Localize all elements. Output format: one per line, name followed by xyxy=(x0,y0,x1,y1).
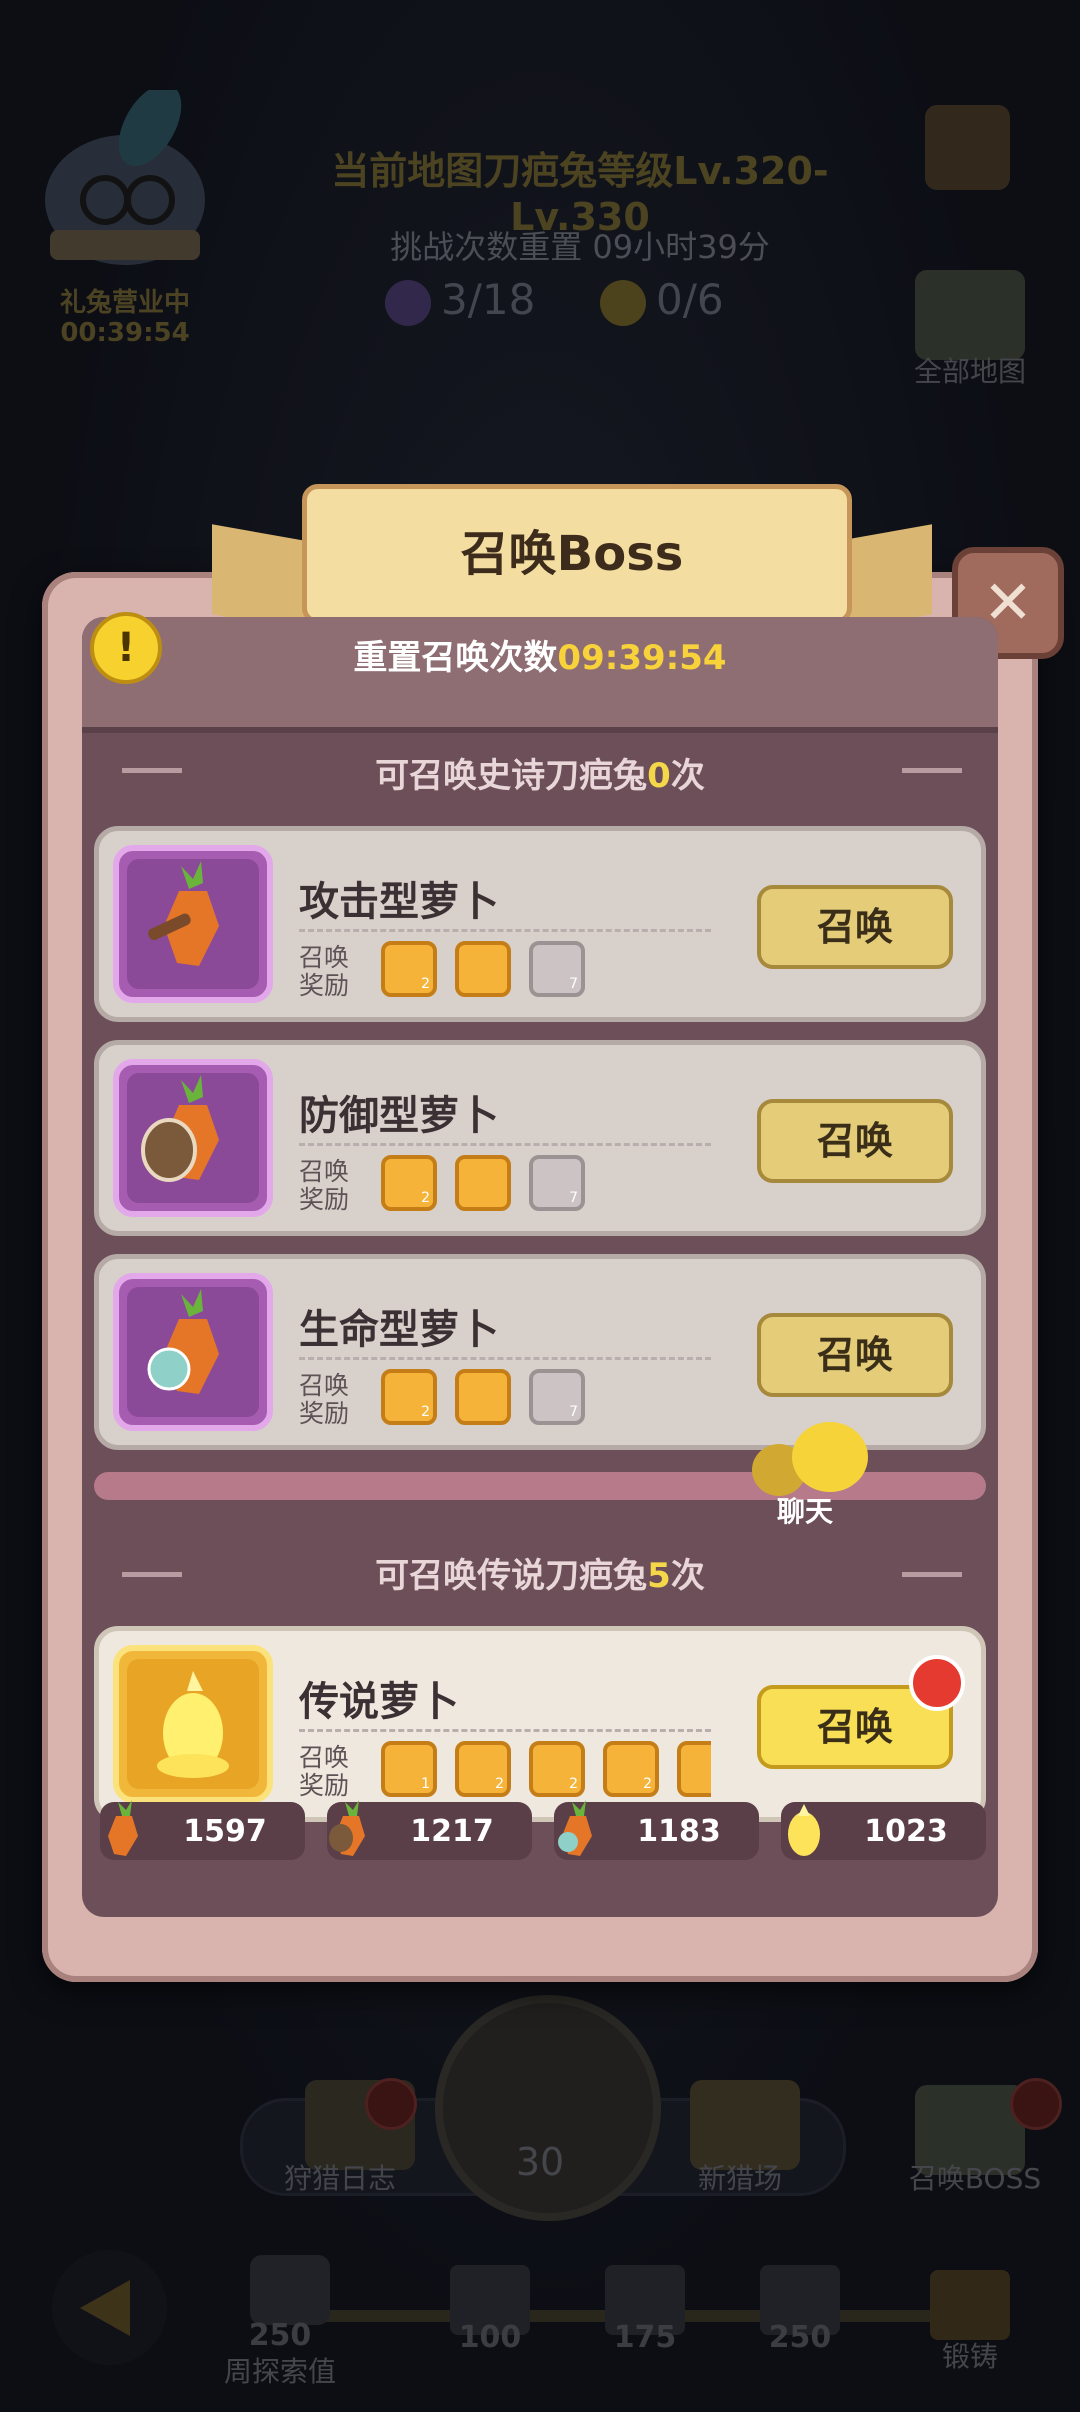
card-name: 传说萝卜 xyxy=(299,1679,459,1725)
boss-card-attack: 攻击型萝卜 召唤 奖励 2 7 召唤 xyxy=(94,826,986,1022)
reward-shell-icon[interactable]: 2 xyxy=(603,1741,659,1797)
summon-button[interactable]: 召唤 xyxy=(757,1313,953,1397)
chat-button[interactable]: 聊天 xyxy=(752,1422,892,1532)
reward-garlic-icon[interactable]: 2 xyxy=(381,1369,437,1425)
attack-carrot-portrait xyxy=(113,845,273,1003)
reward-shell-icon[interactable]: 2 xyxy=(381,941,437,997)
summon-boss-dialog: 召唤Boss ✕ ! 重置召唤次数09:39:54 可召唤史诗刀疤兔0次 攻击型… xyxy=(42,484,1064,1982)
defense-carrot-portrait xyxy=(113,1059,273,1217)
dialog-title: 召唤Boss xyxy=(460,526,684,582)
card-name: 攻击型萝卜 xyxy=(299,879,499,925)
title-ribbon: 召唤Boss xyxy=(212,474,932,634)
legend-carrot-icon xyxy=(788,1804,820,1856)
boss-card-life: 生命型萝卜 召唤 奖励 2 7 召唤 xyxy=(94,1254,986,1450)
reward-tooth-icon[interactable]: 2 xyxy=(381,1155,437,1211)
resource-value: 1217 xyxy=(410,1814,494,1849)
chat-face-icon xyxy=(792,1422,868,1492)
epic-section-header: 可召唤史诗刀疤兔0次 xyxy=(375,756,705,796)
summon-button[interactable]: 召唤 xyxy=(757,885,953,969)
life-carrot-portrait xyxy=(113,1273,273,1431)
reward-feather-icon[interactable]: 7 xyxy=(529,1369,585,1425)
reward-feather-icon[interactable]: 7 xyxy=(529,1155,585,1211)
resource-defense-carrot: 1217 xyxy=(327,1800,532,1860)
resource-value: 1183 xyxy=(637,1814,721,1849)
card-name: 防御型萝卜 xyxy=(299,1093,499,1139)
life-carrot-icon xyxy=(558,1800,592,1856)
defense-carrot-icon xyxy=(329,1800,365,1856)
resource-value: 1597 xyxy=(183,1814,267,1849)
reward-label: 召唤 奖励 xyxy=(299,943,350,1000)
reward-list: 2 7 xyxy=(381,1155,711,1217)
resource-life-carrot: 1183 xyxy=(554,1800,759,1860)
reward-list: 1 2 2 2 xyxy=(381,1741,711,1803)
reward-tooth-icon[interactable]: 2 xyxy=(529,1741,585,1797)
card-name: 生命型萝卜 xyxy=(299,1307,499,1353)
reward-rabbit-icon[interactable] xyxy=(455,941,511,997)
reward-label: 召唤 奖励 xyxy=(299,1743,350,1800)
reward-rabbit-icon[interactable] xyxy=(455,1155,511,1211)
legend-carrot-portrait xyxy=(113,1645,273,1803)
reward-label: 召唤 奖励 xyxy=(299,1371,350,1428)
reward-feather-icon[interactable]: 7 xyxy=(529,941,585,997)
attack-carrot-icon xyxy=(108,1800,138,1856)
reward-list: 2 7 xyxy=(381,1369,711,1431)
chat-label: 聊天 xyxy=(777,1495,834,1528)
resource-attack-carrot: 1597 xyxy=(100,1800,305,1860)
summon-reset-timer: 重置召唤次数09:39:54 xyxy=(353,638,727,678)
reward-list: 2 7 xyxy=(381,941,711,1003)
reward-heart-icon[interactable]: 1 xyxy=(381,1741,437,1797)
summon-button[interactable]: 召唤 xyxy=(757,1099,953,1183)
bell-alert-icon xyxy=(909,1655,965,1711)
legend-section-header: 可召唤传说刀疤兔5次 xyxy=(375,1556,705,1596)
reward-rabbit-icon[interactable] xyxy=(455,1369,511,1425)
reward-label: 召唤 奖励 xyxy=(299,1157,350,1214)
reward-rabbit-icon[interactable] xyxy=(677,1741,711,1797)
boss-card-defense: 防御型萝卜 召唤 奖励 2 7 召唤 xyxy=(94,1040,986,1236)
resource-value: 1023 xyxy=(864,1814,948,1849)
reward-garlic-icon[interactable]: 2 xyxy=(455,1741,511,1797)
resource-legend-carrot: 1023 xyxy=(781,1802,986,1860)
boss-card-legend: 传说萝卜 召唤 奖励 1 2 2 2 召唤 xyxy=(94,1626,986,1822)
